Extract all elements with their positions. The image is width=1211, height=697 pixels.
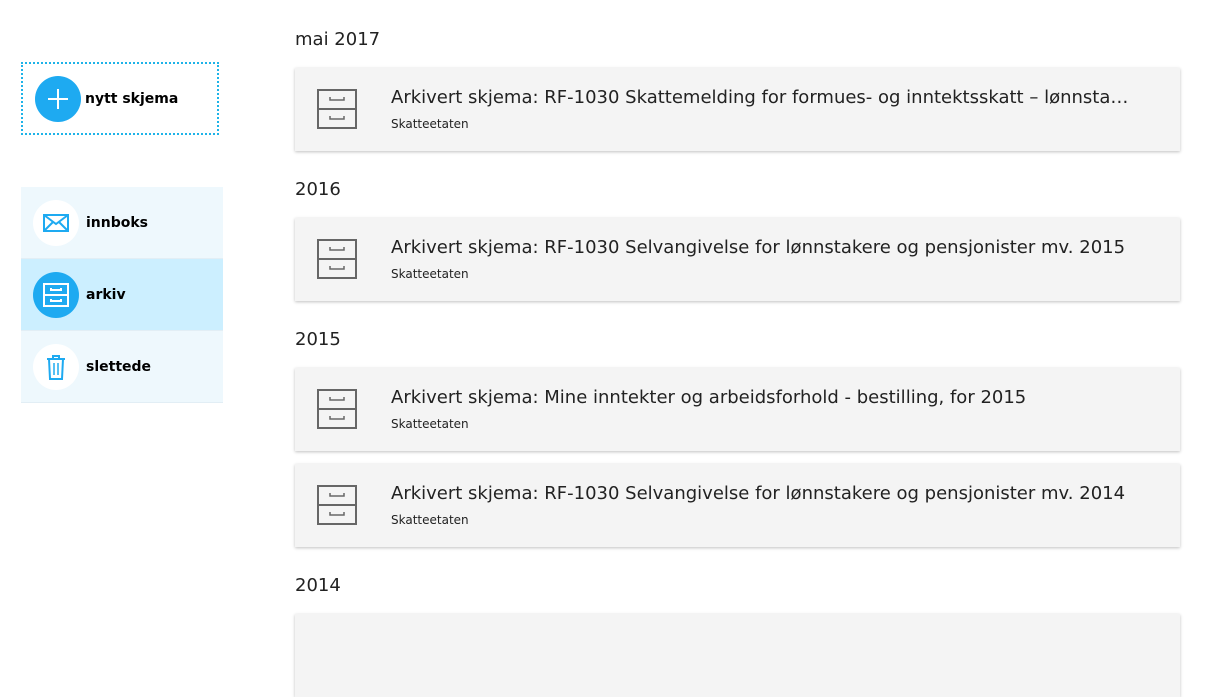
new-form-label: nytt skjema <box>85 90 179 107</box>
plus-icon <box>35 75 81 122</box>
trash-icon <box>33 343 79 390</box>
card-organization: Skatteetaten <box>391 267 469 281</box>
group-heading: 2014 <box>295 575 341 596</box>
card-title: Arkivert skjema: Mine inntekter og arbei… <box>391 387 1027 408</box>
archive-icon <box>317 89 357 133</box>
archived-form-card[interactable] <box>295 614 1180 697</box>
card-organization: Skatteetaten <box>391 117 469 131</box>
group-heading: 2016 <box>295 179 341 200</box>
archive-icon <box>317 239 357 283</box>
group-heading: mai 2017 <box>295 29 381 50</box>
sidebar-item-label: slettede <box>86 358 152 375</box>
archive-icon <box>317 485 357 529</box>
envelope-icon <box>33 199 79 246</box>
archived-form-card[interactable]: Arkivert skjema: RF-1030 Selvangivelse f… <box>295 218 1180 301</box>
card-title: Arkivert skjema: RF-1030 Selvangivelse f… <box>391 237 1126 258</box>
archived-form-card[interactable]: Arkivert skjema: Mine inntekter og arbei… <box>295 368 1180 451</box>
archived-form-card[interactable]: Arkivert skjema: RF-1030 Selvangivelse f… <box>295 464 1180 547</box>
sidebar-item-archive[interactable]: arkiv <box>21 259 223 331</box>
group-heading: 2015 <box>295 329 341 350</box>
archive-icon <box>33 271 79 318</box>
sidebar-item-label: innboks <box>86 214 149 231</box>
sidebar-item-deleted[interactable]: slettede <box>21 331 223 403</box>
sidebar-nav: innboks arkiv slettede <box>21 187 223 403</box>
card-title: Arkivert skjema: RF-1030 Skattemelding f… <box>391 87 1136 108</box>
card-organization: Skatteetaten <box>391 417 469 431</box>
new-form-button[interactable]: nytt skjema <box>21 62 219 135</box>
sidebar-item-inbox[interactable]: innboks <box>21 187 223 259</box>
archive-icon <box>317 389 357 433</box>
card-organization: Skatteetaten <box>391 513 469 527</box>
archived-form-card[interactable]: Arkivert skjema: RF-1030 Skattemelding f… <box>295 68 1180 151</box>
sidebar-item-label: arkiv <box>86 286 126 303</box>
card-title: Arkivert skjema: RF-1030 Selvangivelse f… <box>391 483 1126 504</box>
